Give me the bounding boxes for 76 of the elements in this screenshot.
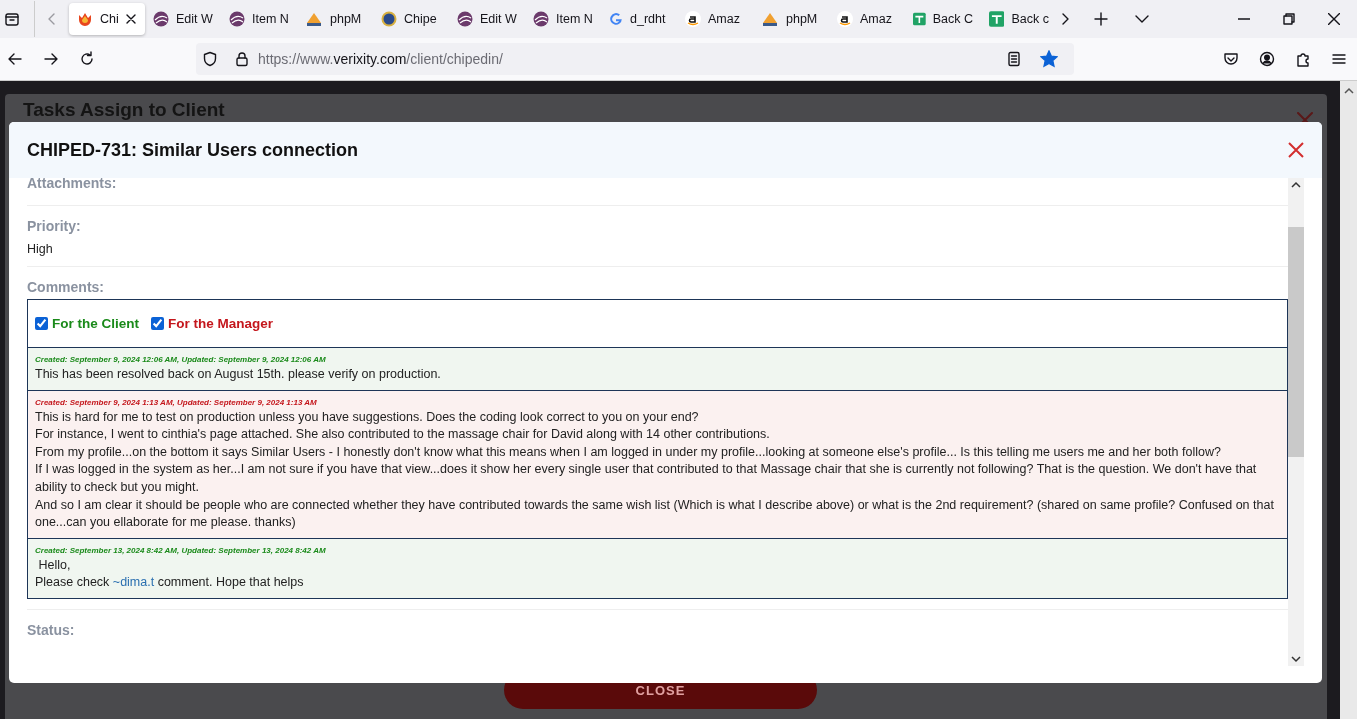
menu-icon[interactable] — [1331, 51, 1347, 67]
close-icon[interactable] — [1328, 13, 1340, 25]
field-label: Status: — [27, 621, 76, 638]
scroll-right-icon[interactable] — [1060, 12, 1070, 26]
field-label: Attachments: — [27, 178, 118, 191]
comment-timestamp: Created: September 13, 2024 8:42 AM, Updated: September 13, 2024 8:42 AM — [35, 545, 327, 555]
close-icon[interactable] — [125, 14, 136, 24]
comment-text: From my profile...on the bottom it says Similar Users - I honestly don't know what this means when I am logged in under my profile...looking at someone else's profile... Is this telling me users me and her both follow? — [35, 443, 1222, 461]
back-arrow-icon[interactable] — [7, 51, 23, 67]
letter-a-icon — [685, 11, 701, 27]
comment-text: Hello, — [37, 556, 72, 574]
comment-text: For instance, I went to cinthia's page attached. She also contributed to the massage chair for David along with 14 other contributions. — [35, 426, 771, 444]
browser-tab[interactable]: Amaz — [677, 3, 753, 35]
filter-label: For the Manager — [168, 316, 273, 331]
browser-tab[interactable]: Item N — [525, 3, 601, 35]
puzzle-icon[interactable] — [1295, 51, 1311, 67]
flame-logo-icon — [77, 11, 93, 27]
orb-logo-icon — [457, 11, 473, 27]
filter-label: For the Client — [52, 316, 139, 331]
field-value: High — [27, 242, 54, 256]
account-icon[interactable] — [1259, 51, 1275, 67]
browser-tab[interactable]: Edit W — [145, 3, 221, 35]
scroll-down-icon[interactable] — [1291, 655, 1301, 663]
browser-tab[interactable]: Chi — [69, 3, 145, 35]
page-scrollbar[interactable] — [1340, 81, 1357, 719]
filter-checkbox[interactable] — [35, 317, 48, 330]
comment-text: This is hard for me to test on production unless you have suggestions. Does the coding look correct to you on your end? — [35, 408, 700, 426]
browser-tab[interactable]: Amaz — [829, 3, 905, 35]
minimize-icon[interactable] — [1237, 18, 1250, 20]
new-tab-icon[interactable] — [1094, 12, 1108, 26]
shield-icon — [202, 51, 218, 67]
comment-text: And so I am clear it should be people who are connected whether they have contributed towards the same wish list (Which is what I describe above) or what is the 2nd requirement? (shared on same profile? Confused on that one...can you ellaborate for me please. thanks) — [35, 496, 1275, 532]
comment-text: Please check ~dima.t comment. Hope that helps — [35, 574, 305, 592]
reader-view-icon[interactable] — [1006, 51, 1022, 67]
letter-g-icon — [609, 12, 623, 26]
sail-logo-icon — [761, 11, 779, 27]
chevron-down-icon[interactable] — [1135, 14, 1149, 24]
field-label: Comments: — [27, 279, 105, 295]
spreadsheet-icon — [913, 11, 926, 27]
comment-text: If I was logged in the system as her...I am not sure if you have that view...does it show her every single user that contributed to that Massage chair that she is currently not following? That is the question. We don't have that ability to check but you might. — [35, 461, 1258, 496]
restore-icon[interactable] — [1282, 13, 1295, 25]
dialog-title: CHIPED-731: Similar Users connection — [27, 139, 359, 161]
star-icon[interactable] — [1040, 50, 1058, 68]
user-mention-link[interactable]: ~dima.t — [112, 575, 155, 590]
comment-text: This has been resolved back on August 15th. please verify on production. — [35, 366, 442, 383]
scroll-up-icon[interactable] — [1291, 181, 1301, 189]
comment-timestamp: Created: September 9, 2024 1:13 AM, Updated: September 9, 2024 1:13 AM — [35, 397, 318, 407]
letter-a-icon — [837, 11, 853, 27]
browser-tab[interactable]: Item N — [221, 3, 297, 35]
browser-tab[interactable]: Edit W — [449, 3, 525, 35]
browser-tab[interactable]: Back C — [905, 3, 981, 35]
browser-tab[interactable]: phpM — [297, 3, 373, 35]
reload-icon[interactable] — [79, 51, 95, 67]
dialog-title: Tasks Assign to Client — [23, 99, 225, 121]
close-button[interactable] — [1288, 142, 1304, 158]
address-bar[interactable]: https://www.verixity.com/client/chipedin/ — [196, 43, 1074, 75]
spreadsheet-icon — [989, 11, 1005, 27]
filter-checkbox[interactable] — [151, 317, 164, 330]
tab-list-icon[interactable] — [4, 11, 20, 27]
pocket-icon[interactable] — [1223, 51, 1239, 67]
scroll-up-icon[interactable] — [1343, 87, 1354, 95]
scrollbar[interactable] — [1288, 178, 1304, 666]
url-text: https://www.verixity.com/client/chipedin/ — [258, 51, 504, 67]
browser-tab[interactable]: phpM — [753, 3, 829, 35]
orb-logo-icon — [153, 11, 169, 27]
field-label: Priority: — [27, 218, 82, 234]
forward-arrow-icon[interactable] — [43, 51, 59, 67]
browser-tab[interactable]: Chipe — [373, 3, 449, 35]
orb-logo-icon — [229, 11, 245, 27]
lock-icon — [234, 51, 250, 67]
orb-logo-icon — [533, 11, 549, 27]
sail-logo-icon — [305, 11, 323, 27]
globe-logo-icon — [381, 11, 397, 27]
browser-tab[interactable]: d_rdht — [601, 3, 677, 35]
comment-timestamp: Created: September 9, 2024 12:06 AM, Updated: September 9, 2024 12:06 AM — [35, 355, 327, 364]
browser-tab[interactable]: Back c — [981, 3, 1057, 35]
